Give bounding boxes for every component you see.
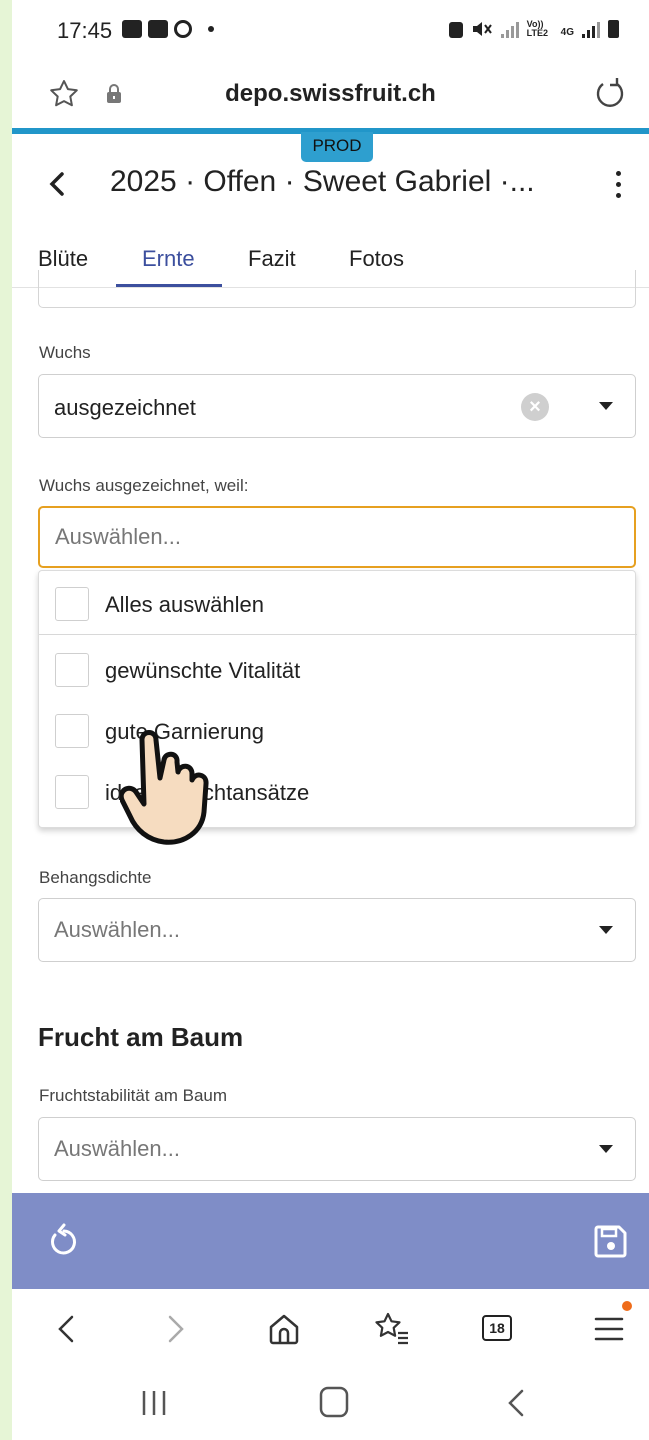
tab-fazit[interactable]: Fazit xyxy=(248,246,296,272)
back-button[interactable] xyxy=(38,164,78,204)
action-bar xyxy=(12,1193,649,1289)
bookmarks-icon[interactable] xyxy=(372,1309,412,1349)
checkbox[interactable] xyxy=(55,587,89,621)
env-badge: PROD xyxy=(301,132,373,162)
home-button-icon[interactable] xyxy=(318,1385,350,1419)
gallery-icon xyxy=(122,20,142,38)
system-back-icon[interactable] xyxy=(502,1387,530,1419)
fruchtstabilitaet-placeholder: Auswählen... xyxy=(54,1136,180,1161)
undo-icon[interactable] xyxy=(46,1223,82,1259)
tab-ernte[interactable]: Ernte xyxy=(142,246,195,272)
option-label: gewünschte Vitalität xyxy=(105,658,301,683)
system-icons: Vo)) LTE2 4G xyxy=(448,19,619,38)
clear-icon[interactable]: × xyxy=(521,393,549,421)
tab-fotos[interactable]: Fotos xyxy=(349,246,404,272)
checkbox[interactable] xyxy=(55,714,89,748)
previous-field[interactable] xyxy=(38,270,636,308)
menu-dot xyxy=(615,192,621,198)
save-icon[interactable] xyxy=(593,1223,629,1259)
option-label: Alles auswählen xyxy=(105,592,264,617)
reload-icon[interactable] xyxy=(593,76,627,110)
browser-forward-icon[interactable] xyxy=(156,1309,196,1349)
divider xyxy=(39,634,637,635)
wuchs-select[interactable]: ausgezeichnet × xyxy=(38,374,636,438)
mail-icon xyxy=(148,20,168,38)
mute-icon xyxy=(472,22,492,36)
behangsdichte-placeholder: Auswählen... xyxy=(54,917,180,942)
more-notifications-icon xyxy=(208,26,214,32)
sync-icon xyxy=(174,20,192,38)
menu-dot xyxy=(615,170,621,176)
chevron-down-icon[interactable] xyxy=(599,926,613,934)
notification-dot xyxy=(622,1301,632,1311)
hamburger-menu-icon[interactable] xyxy=(590,1309,630,1349)
option-vitalitaet[interactable]: gewünschte Vitalität xyxy=(39,639,637,699)
battery-icon xyxy=(608,20,619,38)
wuchs-label: Wuchs xyxy=(39,343,91,362)
url-text[interactable]: depo.swissfruit.ch xyxy=(12,80,649,108)
network-label-4g: 4G xyxy=(560,27,574,38)
tab-bluete[interactable]: Blüte xyxy=(38,246,88,272)
behangsdichte-label: Behangsdichte xyxy=(39,868,152,887)
notification-icons xyxy=(122,20,214,38)
wuchs-reason-label: Wuchs ausgezeichnet, weil: xyxy=(39,476,249,495)
browser-url-bar: depo.swissfruit.ch xyxy=(12,64,649,128)
wuchs-reason-select[interactable]: Auswählen... xyxy=(38,506,636,568)
wuchs-reason-placeholder: Auswählen... xyxy=(55,524,181,549)
more-menu-button[interactable] xyxy=(603,164,633,204)
system-navigation-bar xyxy=(12,1369,649,1440)
signal-2-icon xyxy=(582,20,600,38)
chevron-down-icon[interactable] xyxy=(599,1145,613,1153)
chevron-left-icon xyxy=(49,172,64,196)
browser-back-icon[interactable] xyxy=(46,1309,86,1349)
behangsdichte-select[interactable]: Auswählen... xyxy=(38,898,636,962)
home-icon[interactable] xyxy=(264,1309,304,1349)
status-bar: 17:45 Vo)) LTE2 4G xyxy=(12,0,649,64)
section-title: Frucht am Baum xyxy=(38,1022,244,1052)
option-select-all[interactable]: Alles auswählen xyxy=(39,573,637,633)
fruchtstabilitaet-label: Fruchtstabilität am Baum xyxy=(39,1086,228,1105)
checkbox[interactable] xyxy=(55,775,89,809)
tabs-button[interactable]: 18 xyxy=(482,1315,512,1341)
recent-apps-icon[interactable] xyxy=(140,1387,168,1419)
fruchtstabilitaet-select[interactable]: Auswählen... xyxy=(38,1117,636,1181)
alarm-icon xyxy=(448,22,463,38)
wuchs-value: ausgezeichnet xyxy=(54,395,196,420)
touch-pointer-icon xyxy=(120,730,209,845)
page-title: 2025 · Offen · Sweet Gabriel ·... xyxy=(110,165,535,198)
network-label-lte: Vo)) LTE2 xyxy=(526,19,548,38)
menu-dot xyxy=(615,181,621,187)
chevron-down-icon[interactable] xyxy=(599,402,613,410)
signal-1-icon xyxy=(500,20,519,38)
browser-toolbar: 18 xyxy=(12,1289,649,1369)
phone-screen: 17:45 Vo)) LTE2 4G depo.swissfruit.ch PR… xyxy=(12,0,649,1440)
status-time: 17:45 xyxy=(57,18,113,43)
checkbox[interactable] xyxy=(55,653,89,687)
